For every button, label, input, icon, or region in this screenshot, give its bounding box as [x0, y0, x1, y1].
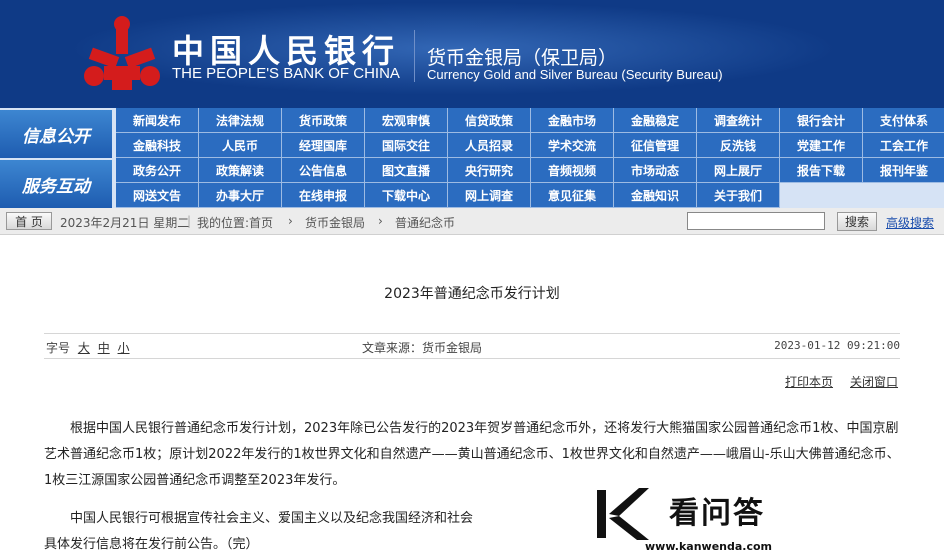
- main-navigation: 信息公开 服务互动 新闻发布 法律法规 货币政策 宏观审慎 信贷政策 金融市场 金融稳定 调查…: [0, 108, 944, 208]
- pboc-logo-icon[interactable]: [82, 14, 162, 94]
- search-input[interactable]: [687, 212, 825, 230]
- nav-item[interactable]: 新闻发布: [116, 108, 199, 133]
- font-size-label: 字号: [46, 341, 71, 355]
- nav-item[interactable]: 经理国库: [282, 133, 365, 158]
- nav-item[interactable]: 音频视频: [531, 158, 614, 183]
- nav-item[interactable]: 意见征集: [531, 183, 614, 208]
- chevron-right-icon: ›: [288, 214, 293, 228]
- header-divider: [414, 30, 415, 82]
- nav-item[interactable]: 公告信息: [282, 158, 365, 183]
- nav-item[interactable]: 图文直播: [365, 158, 448, 183]
- crumb-separator: |: [187, 214, 192, 228]
- watermark-url: www.kanwenda.com: [645, 540, 772, 553]
- breadcrumb-home[interactable]: 我的位置:首页: [197, 214, 273, 231]
- nav-item[interactable]: 国际交往: [365, 133, 448, 158]
- watermark-text: 看问答: [669, 496, 765, 531]
- nav-item[interactable]: 金融市场: [531, 108, 614, 133]
- font-small-link[interactable]: 小: [118, 341, 130, 355]
- breadcrumb-bureau[interactable]: 货币金银局: [305, 214, 365, 231]
- nav-item[interactable]: 人民币: [199, 133, 282, 158]
- bank-name-en: THE PEOPLE'S BANK OF CHINA: [172, 65, 400, 82]
- advanced-search-link[interactable]: 高级搜索: [886, 214, 934, 231]
- nav-item[interactable]: 党建工作: [780, 133, 863, 158]
- nav-item[interactable]: 宏观审慎: [365, 108, 448, 133]
- close-window-link[interactable]: 关闭窗口: [850, 373, 898, 390]
- nav-item[interactable]: 办事大厅: [199, 183, 282, 208]
- nav-item[interactable]: 调查统计: [697, 108, 780, 133]
- nav-item[interactable]: 网上展厅: [697, 158, 780, 183]
- nav-item[interactable]: 信贷政策: [448, 108, 531, 133]
- article-info-bar: 字号 大 中 小 文章来源：货币金银局 2023-01-12 09:21:00: [44, 333, 900, 359]
- nav-item[interactable]: 报告下载: [780, 158, 863, 183]
- nav-item[interactable]: 关于我们: [697, 183, 780, 208]
- nav-item[interactable]: 法律法规: [199, 108, 282, 133]
- nav-item[interactable]: 政务公开: [116, 158, 199, 183]
- nav-item[interactable]: 政策解读: [199, 158, 282, 183]
- nav-item[interactable]: 在线申报: [282, 183, 365, 208]
- font-size-controls: 字号 大 中 小: [46, 339, 130, 356]
- chevron-right-icon: ›: [378, 214, 383, 228]
- nav-item[interactable]: 银行会计: [780, 108, 863, 133]
- font-medium-link[interactable]: 中: [98, 341, 110, 355]
- site-header: 中国人民银行 THE PEOPLE'S BANK OF CHINA 货币金银局（…: [0, 0, 944, 108]
- current-date: 2023年2月21日 星期二: [60, 216, 190, 230]
- watermark-overlay: 看问答 www.kanwenda.com: [509, 476, 944, 559]
- nav-item[interactable]: 网上调查: [448, 183, 531, 208]
- nav-item[interactable]: 下载中心: [365, 183, 448, 208]
- home-button[interactable]: 首 页: [6, 212, 52, 230]
- article-source: 文章来源：货币金银局: [362, 341, 483, 355]
- nav-item[interactable]: 报刊年鉴: [863, 158, 944, 183]
- breadcrumb-commemorative[interactable]: 普通纪念币: [395, 214, 455, 231]
- nav-item[interactable]: 货币政策: [282, 108, 365, 133]
- nav-item[interactable]: 征信管理: [614, 133, 697, 158]
- nav-item[interactable]: 学术交流: [531, 133, 614, 158]
- nav-item[interactable]: 市场动态: [614, 158, 697, 183]
- nav-item[interactable]: 央行研究: [448, 158, 531, 183]
- nav-item[interactable]: 支付体系: [863, 108, 944, 133]
- article-datetime: 2023-01-12 09:21:00: [774, 339, 900, 352]
- nav-item[interactable]: 工会工作: [863, 133, 944, 158]
- nav-item[interactable]: 金融科技: [116, 133, 199, 158]
- nav-item[interactable]: 金融稳定: [614, 108, 697, 133]
- nav-item[interactable]: 金融知识: [614, 183, 697, 208]
- bureau-name-en: Currency Gold and Silver Bureau (Securit…: [427, 67, 723, 82]
- search-button[interactable]: 搜索: [837, 212, 877, 231]
- article-title: 2023年普通纪念币发行计划: [384, 286, 560, 302]
- bureau-name-cn: 货币金银局（保卫局）: [427, 47, 618, 69]
- breadcrumb-bar: 首 页 2023年2月21日 星期二 | 我的位置:首页 › 货币金银局 › 普…: [0, 208, 944, 235]
- nav-item[interactable]: 网送文告: [116, 183, 199, 208]
- nav-item[interactable]: 反洗钱: [697, 133, 780, 158]
- nav-grid: 新闻发布 法律法规 货币政策 宏观审慎 信贷政策 金融市场 金融稳定 调查统计 银行会计 支付体系…: [116, 108, 944, 208]
- font-large-link[interactable]: 大: [78, 341, 90, 355]
- nav-section-service[interactable]: 服务互动: [0, 160, 112, 208]
- nav-item[interactable]: 人员招录: [448, 133, 531, 158]
- print-page-link[interactable]: 打印本页: [785, 373, 833, 390]
- kanwenda-logo-icon: [597, 488, 649, 540]
- nav-section-info[interactable]: 信息公开: [0, 110, 112, 158]
